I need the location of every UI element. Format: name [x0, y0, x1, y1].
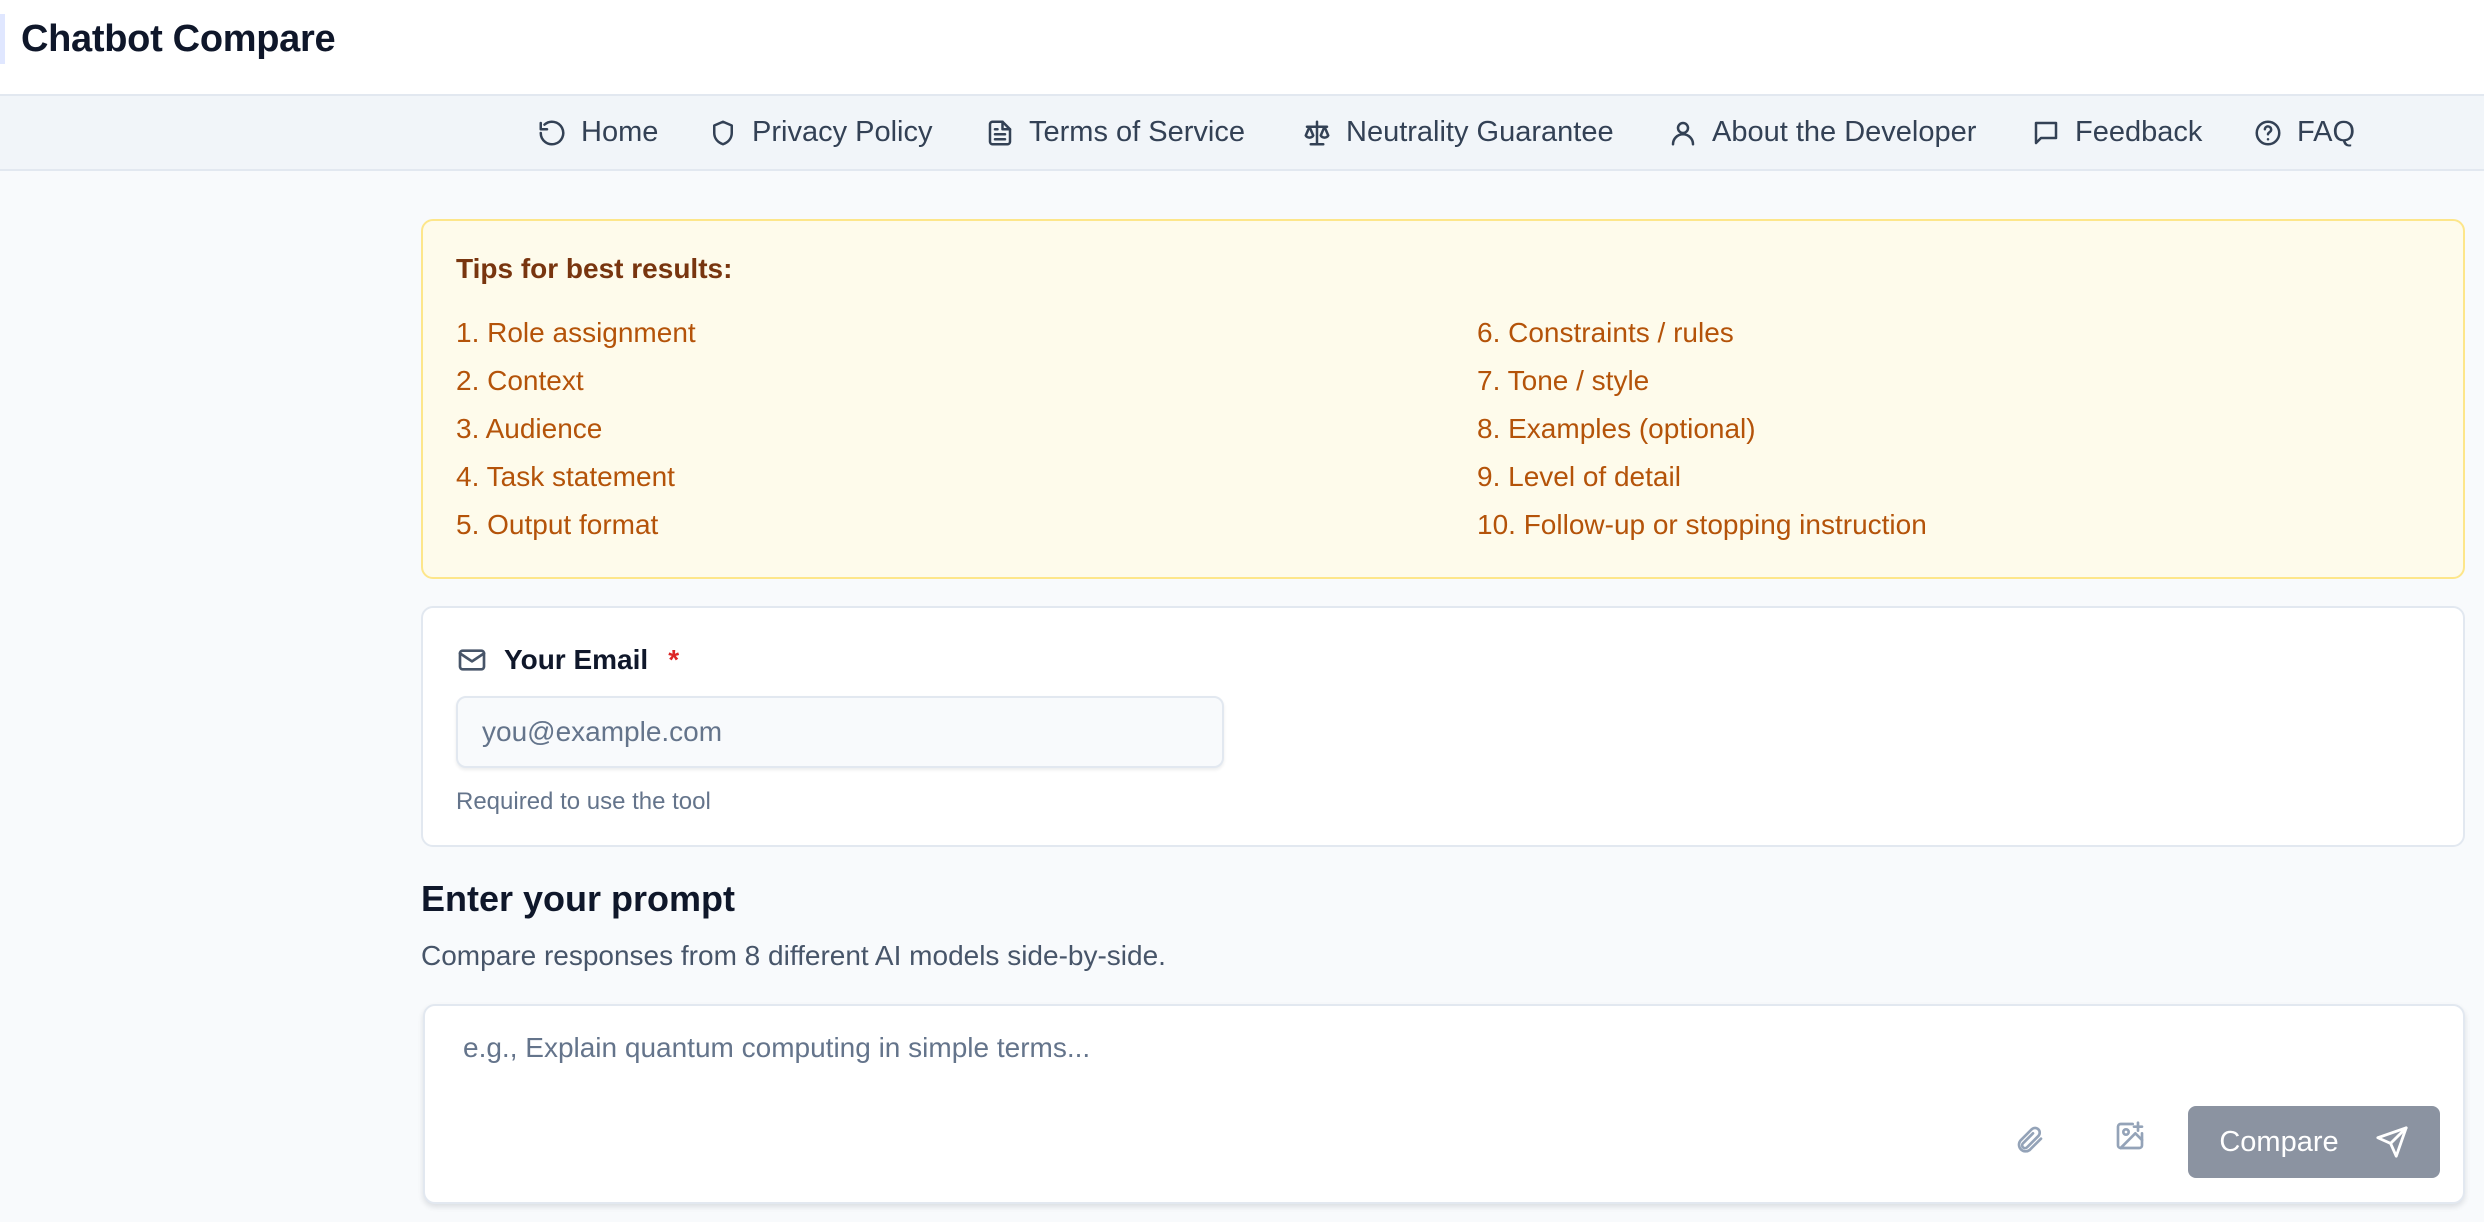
- nav-label-terms-of-service: Terms of Service: [1029, 116, 1245, 148]
- send-icon: [2376, 1126, 2408, 1158]
- tip-item: 4. Task statement: [456, 461, 675, 492]
- help-circle-icon: [2255, 120, 2281, 145]
- nav-item-home[interactable]: Home: [537, 96, 658, 169]
- compare-button-label: Compare: [2219, 1125, 2339, 1158]
- tips-title: Tips for best results:: [456, 253, 733, 284]
- email-label-text: Your Email: [504, 644, 649, 675]
- tip-item: 5. Output format: [456, 509, 659, 540]
- tip-item: 2. Context: [456, 365, 584, 396]
- user-icon: [1671, 121, 1695, 145]
- tip-item: 3. Audience: [456, 413, 603, 444]
- paperclip-icon: [2017, 1126, 2043, 1153]
- shield-icon: [713, 120, 733, 145]
- nav-label-neutrality-guarantee: Neutrality Guarantee: [1346, 116, 1614, 148]
- prompt-input[interactable]: [461, 1030, 2365, 1094]
- nav-item-faq[interactable]: FAQ: [2253, 96, 2355, 169]
- prompt-heading: Enter your prompt: [421, 878, 736, 919]
- tip-item: 10. Follow-up or stopping instruction: [1477, 509, 1927, 540]
- add-image-button[interactable]: [2108, 1114, 2152, 1158]
- nav-label-home: Home: [581, 116, 659, 148]
- nav-item-privacy-policy[interactable]: Privacy Policy: [708, 96, 933, 169]
- email-label: Your Email *: [456, 642, 679, 678]
- email-help-text: Required to use the tool: [456, 788, 711, 815]
- nav-label-about-the-developer: About the Developer: [1712, 116, 1977, 148]
- tip-item: 1. Role assignment: [456, 317, 696, 348]
- prompt-subtitle: Compare responses from 8 different AI mo…: [421, 940, 1166, 971]
- tip-item: 8. Examples (optional): [1477, 413, 1756, 444]
- top-navigation: Home Privacy Policy Terms of Service Neu…: [0, 96, 2484, 171]
- brand-title[interactable]: Chatbot Compare: [21, 14, 336, 64]
- tip-item: 9. Level of detail: [1477, 461, 1681, 492]
- nav-item-terms-of-service[interactable]: Terms of Service: [985, 96, 1245, 169]
- refresh-icon: [539, 120, 565, 145]
- nav-item-neutrality-guarantee[interactable]: Neutrality Guarantee: [1302, 96, 1614, 169]
- attach-file-button[interactable]: [2007, 1118, 2051, 1162]
- document-icon: [988, 120, 1012, 145]
- tips-panel: Tips for best results: 1. Role assignmen…: [421, 219, 2465, 579]
- scale-icon: [1304, 120, 1330, 145]
- mail-icon: [458, 649, 486, 671]
- nav-label-privacy-policy: Privacy Policy: [752, 116, 933, 148]
- nav-item-feedback[interactable]: Feedback: [2031, 96, 2202, 169]
- app-header: Chatbot Compare: [0, 0, 2484, 96]
- header-accent-bar: [0, 14, 5, 64]
- nav-label-faq: FAQ: [2297, 116, 2356, 148]
- email-field[interactable]: [456, 696, 1224, 768]
- email-card: Your Email * Required to use the tool: [421, 606, 2465, 847]
- tip-item: 6. Constraints / rules: [1477, 317, 1734, 348]
- required-marker: *: [668, 644, 680, 675]
- nav-label-feedback: Feedback: [2075, 116, 2203, 148]
- image-plus-icon: [2116, 1121, 2144, 1150]
- prompt-card: Compare: [423, 1004, 2465, 1204]
- tip-item: 7. Tone / style: [1477, 365, 1650, 396]
- nav-item-about-the-developer[interactable]: About the Developer: [1668, 96, 1976, 169]
- message-icon: [2034, 121, 2058, 144]
- compare-button[interactable]: Compare: [2188, 1106, 2440, 1178]
